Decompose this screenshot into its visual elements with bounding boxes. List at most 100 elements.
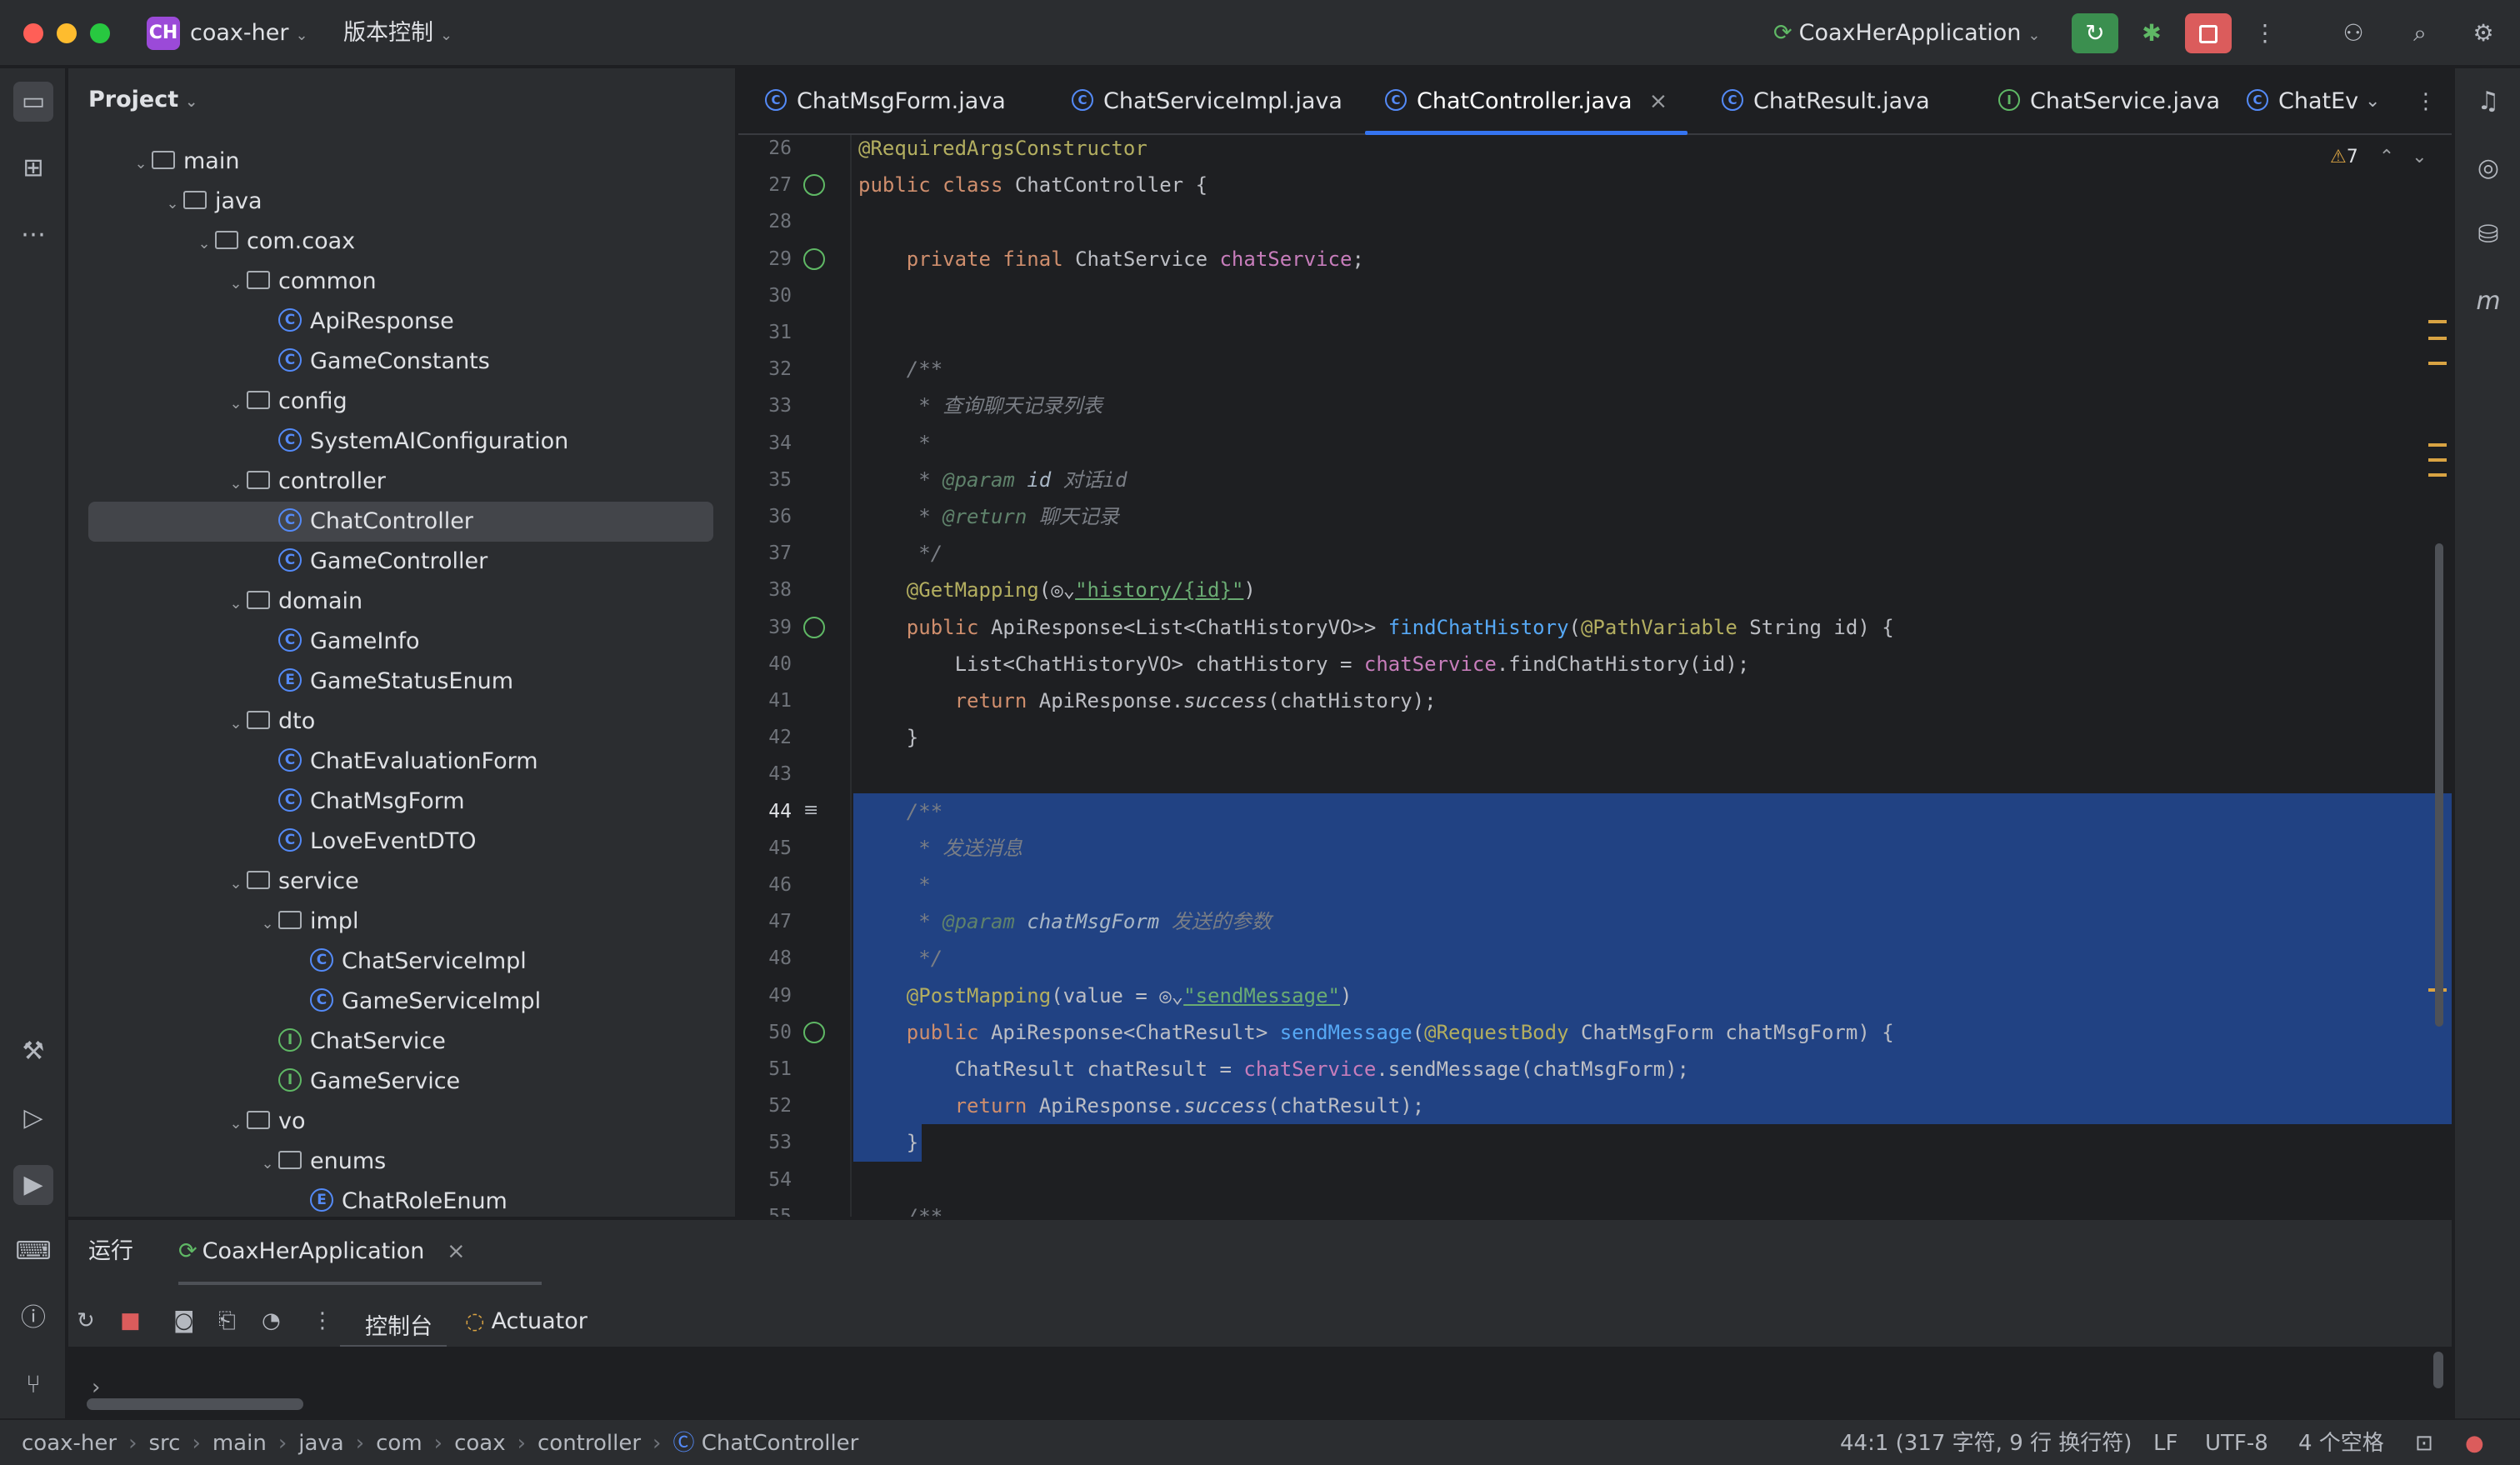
- vcs-menu[interactable]: 版本控制 ⌄: [343, 17, 452, 52]
- code-line[interactable]: ChatResult chatResult = chatService.send…: [853, 1051, 2452, 1088]
- code-line[interactable]: *: [853, 867, 2452, 903]
- tree-item[interactable]: ⌄ java: [88, 182, 713, 222]
- breadcrumb-item[interactable]: coax-her: [22, 1431, 117, 1456]
- code-line[interactable]: *: [853, 425, 2452, 462]
- account-button[interactable]: ⚇: [2330, 13, 2377, 53]
- code-line[interactable]: /**: [853, 1198, 2452, 1217]
- breadcrumb-item[interactable]: java: [298, 1431, 343, 1456]
- code-line[interactable]: private final ChatService chatService;: [853, 241, 2452, 278]
- warning-stripe[interactable]: [2428, 458, 2447, 462]
- tree-item[interactable]: C GameConstants: [88, 342, 713, 382]
- code-line[interactable]: [853, 1162, 2452, 1198]
- editor-tab[interactable]: C ChatController.java ×: [1364, 68, 1688, 135]
- structure-tool-button[interactable]: ⊞: [13, 148, 53, 188]
- editor-tab[interactable]: C ChatServiceImpl.java: [1072, 68, 1342, 135]
- breadcrumb-item[interactable]: com: [376, 1431, 422, 1456]
- tree-item[interactable]: E GameStatusEnum: [88, 662, 713, 702]
- notifications-button[interactable]: ♫: [2468, 82, 2508, 122]
- project-badge[interactable]: CH: [147, 17, 180, 50]
- editor-tab[interactable]: C ChatEv: [2247, 68, 2358, 135]
- file-encoding[interactable]: UTF-8: [2205, 1427, 2268, 1460]
- problems-tool-button[interactable]: ⓘ: [13, 1298, 53, 1338]
- spring-bean-gutter-icon[interactable]: [803, 248, 825, 270]
- warning-stripe[interactable]: [2428, 443, 2447, 447]
- tabs-dropdown[interactable]: ⌄: [2365, 68, 2380, 135]
- chevron-down-icon[interactable]: ⌄: [225, 464, 247, 504]
- doc-render-icon[interactable]: ≡: [803, 800, 818, 821]
- code-line[interactable]: /**: [853, 351, 2452, 388]
- ai-assistant-button[interactable]: ◎: [2468, 148, 2508, 188]
- tree-item[interactable]: I ChatService: [88, 1022, 713, 1062]
- chevron-down-icon[interactable]: ⌄: [257, 1144, 278, 1184]
- chevron-down-icon[interactable]: ⌄: [257, 904, 278, 944]
- chevron-down-icon[interactable]: ⌄: [2412, 147, 2427, 168]
- line-separator[interactable]: LF: [2153, 1427, 2178, 1460]
- chevron-down-icon[interactable]: ⌄: [130, 144, 152, 184]
- breadcrumb-item[interactable]: ChatController: [702, 1431, 859, 1456]
- rerun-button[interactable]: ↻: [2072, 13, 2118, 53]
- console-tab[interactable]: 控制台: [340, 1298, 457, 1348]
- database-button[interactable]: ⛁: [2468, 215, 2508, 255]
- camera-icon[interactable]: ◙: [173, 1308, 194, 1333]
- tree-item[interactable]: ⌄ impl: [88, 902, 713, 942]
- code-line[interactable]: }: [853, 719, 2452, 756]
- more-vertical-icon[interactable]: ⋮: [312, 1308, 333, 1333]
- tree-item[interactable]: C ChatServiceImpl: [88, 942, 713, 982]
- inspection-widget[interactable]: ⚠7 ⌃ ⌄: [2330, 147, 2428, 168]
- chevron-down-icon[interactable]: ⌄: [225, 704, 247, 744]
- code-line[interactable]: [853, 278, 2452, 314]
- tree-item[interactable]: C ChatEvaluationForm: [88, 742, 713, 782]
- breadcrumb-item[interactable]: coax: [454, 1431, 506, 1456]
- code-line[interactable]: * @return 聊天记录: [853, 498, 2452, 535]
- maven-button[interactable]: m: [2468, 282, 2508, 322]
- code-line[interactable]: [853, 203, 2452, 240]
- tree-item[interactable]: C GameInfo: [88, 622, 713, 662]
- debug-button[interactable]: ✱: [2128, 13, 2175, 53]
- editor-scrollbar[interactable]: [2435, 543, 2443, 1027]
- build-tool-button[interactable]: ⚒: [13, 1032, 53, 1072]
- tree-item[interactable]: ⌄ vo: [88, 1102, 713, 1142]
- code-line[interactable]: [853, 756, 2452, 792]
- console-output[interactable]: ›: [68, 1347, 2452, 1420]
- run-panel-title[interactable]: 运行: [88, 1235, 133, 1268]
- code-line[interactable]: * @param chatMsgForm 发送的参数: [853, 903, 2452, 940]
- breadcrumb-item[interactable]: main: [212, 1431, 267, 1456]
- git-tool-button[interactable]: ⑂: [13, 1365, 53, 1405]
- chevron-up-icon[interactable]: ⌃: [2379, 147, 2394, 168]
- warning-stripe[interactable]: [2428, 320, 2447, 323]
- chevron-down-icon[interactable]: ⌄: [225, 384, 247, 424]
- more-tools-button[interactable]: ⋯: [13, 215, 53, 255]
- tree-item[interactable]: C LoveEventDTO: [88, 822, 713, 862]
- stop-button[interactable]: [2185, 13, 2232, 53]
- tree-item[interactable]: C GameServiceImpl: [88, 982, 713, 1022]
- tree-item[interactable]: ⌄ enums: [88, 1142, 713, 1182]
- editor-tab[interactable]: I ChatService.java: [1998, 68, 2220, 135]
- code-line[interactable]: @GetMapping(◎⌄"history/{id}"): [853, 572, 2452, 608]
- console-horizontal-scrollbar[interactable]: [87, 1398, 303, 1410]
- profiler-icon[interactable]: ◔: [262, 1308, 281, 1333]
- settings-button[interactable]: ⚙: [2460, 13, 2507, 53]
- tree-item[interactable]: C GameController: [88, 542, 713, 582]
- code-line[interactable]: public class ChatController {: [853, 167, 2452, 203]
- tree-item[interactable]: I GameService: [88, 1062, 713, 1102]
- tree-item[interactable]: E ChatRoleEnum: [88, 1182, 713, 1217]
- code-line[interactable]: */: [853, 940, 2452, 977]
- lock-icon[interactable]: ⊡: [2415, 1427, 2433, 1460]
- services-tool-button[interactable]: ▷: [13, 1098, 53, 1138]
- run-tool-button[interactable]: ▶: [13, 1165, 53, 1205]
- close-tab-button[interactable]: ×: [447, 1238, 466, 1264]
- caret-position[interactable]: 44:1 (317 字符, 9 行 换行符): [1840, 1427, 2132, 1460]
- chevron-down-icon[interactable]: ⌄: [225, 264, 247, 304]
- code-line[interactable]: public ApiResponse<ChatResult> sendMessa…: [853, 1014, 2452, 1051]
- tree-item[interactable]: ⌄ service: [88, 862, 713, 902]
- chevron-down-icon[interactable]: ⌄: [225, 1104, 247, 1144]
- spring-bean-gutter-icon[interactable]: [803, 174, 825, 197]
- tree-item[interactable]: C ApiResponse: [88, 302, 713, 342]
- chevron-down-icon[interactable]: ⌄: [162, 184, 183, 224]
- spring-bean-gutter-icon[interactable]: [803, 616, 825, 638]
- chevron-down-icon[interactable]: ⌄: [225, 864, 247, 904]
- search-button[interactable]: ⌕: [2397, 13, 2443, 53]
- tree-item[interactable]: ⌄ dto: [88, 702, 713, 742]
- tree-item[interactable]: ⌄ controller: [88, 462, 713, 502]
- actuator-tab[interactable]: ◌ Actuator: [465, 1308, 588, 1334]
